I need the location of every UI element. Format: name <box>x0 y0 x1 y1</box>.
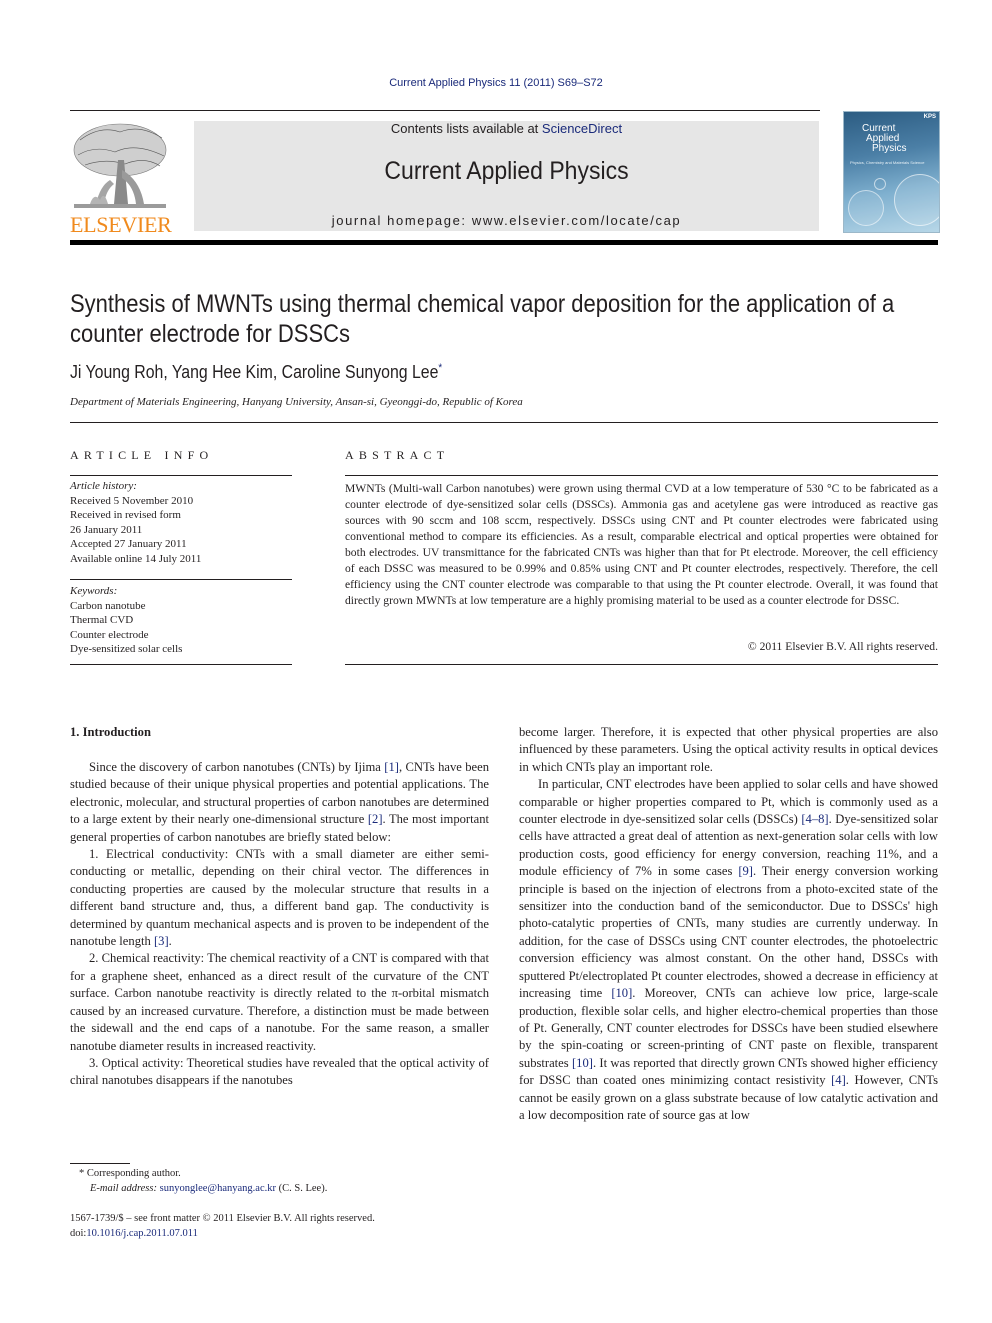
contents-line: Contents lists available at ScienceDirec… <box>194 121 819 136</box>
cover-title: Current Applied Physics <box>862 124 906 154</box>
keyword-item: Thermal CVD <box>70 614 134 626</box>
elsevier-tree-icon <box>73 123 167 208</box>
reference-link[interactable]: [10] <box>611 986 632 1000</box>
article-info-label: ARTICLE INFO <box>70 448 214 462</box>
journal-title: Current Applied Physics <box>384 157 629 185</box>
doi-label: doi: <box>70 1227 87 1239</box>
body-text: 1. Electrical conductivity: CNTs with a … <box>70 847 489 949</box>
keyword-item: Counter electrode <box>70 628 149 641</box>
doi-link[interactable]: 10.1016/j.cap.2011.07.011 <box>86 1228 198 1239</box>
history-item: Accepted 27 January 2011 <box>70 538 187 550</box>
reference-link[interactable]: [4] <box>831 1073 846 1087</box>
article-history-header: Article history: <box>70 480 137 492</box>
body-text: . Their energy conversion working princi… <box>519 864 938 1001</box>
body-paragraph: Since the discovery of carbon nanotubes … <box>70 759 489 846</box>
body-column-left: Since the discovery of carbon nanotubes … <box>70 759 489 1090</box>
article-info-rule <box>70 475 292 476</box>
article-title: Synthesis of MWNTs using thermal chemica… <box>70 290 895 348</box>
front-matter: 1567-1739/$ – see front matter © 2011 El… <box>70 1212 490 1241</box>
authors: Ji Young Roh, Yang Hee Kim, Caroline Sun… <box>70 362 439 382</box>
corresponding-author-note: Corresponding author. <box>86 1168 181 1179</box>
footnote-rule <box>70 1163 130 1164</box>
cover-badge: KPS <box>923 114 936 120</box>
email-link[interactable]: sunyonglee@hanyang.ac.kr <box>160 1183 276 1194</box>
abstract-rule <box>345 475 938 476</box>
body-text: . <box>168 934 172 949</box>
author-list: Ji Young Roh, Yang Hee Kim, Caroline Sun… <box>70 362 442 383</box>
reference-link[interactable]: [10] <box>572 1056 593 1070</box>
keywords-header: Keywords: <box>70 585 118 597</box>
journal-masthead: Contents lists available at ScienceDirec… <box>194 121 819 231</box>
keyword-item: Carbon nanotube <box>70 599 146 612</box>
abstract-label: ABSTRACT <box>345 448 450 462</box>
body-paragraph: In particular, CNT electrodes have been … <box>519 776 938 1124</box>
reference-link[interactable]: [9] <box>738 864 753 878</box>
reference-link[interactable]: [1] <box>384 760 399 774</box>
history-item: Received in revised form <box>70 509 181 521</box>
sciencedirect-link[interactable]: ScienceDirect <box>542 121 622 136</box>
history-item: 26 January 2011 <box>70 523 143 536</box>
body-paragraph: 3. Optical activity: Theoretical studies… <box>70 1055 489 1090</box>
article-info-bottom-rule <box>70 664 292 665</box>
masthead-bottom-rule <box>70 240 938 245</box>
cover-bubble-graphic <box>894 174 939 226</box>
cover-bubble-graphic <box>848 190 884 226</box>
cover-title-line: Physics <box>872 143 907 154</box>
journal-homepage[interactable]: journal homepage: www.elsevier.com/locat… <box>194 213 819 228</box>
corresponding-author-mark[interactable]: * <box>438 362 442 374</box>
body-text: Since the discovery of carbon nanotubes … <box>89 760 385 774</box>
abstract-bottom-rule <box>345 664 938 665</box>
cover-bubble-graphic <box>874 178 886 190</box>
masthead-top-rule <box>70 110 820 111</box>
history-item: Received 5 November 2010 <box>70 494 194 507</box>
body-text: become larger. Therefore, it is expected… <box>519 725 938 774</box>
issn-line: 1567-1739/$ – see front matter © 2011 El… <box>70 1213 375 1224</box>
email-label: E-mail address: <box>90 1183 160 1194</box>
reference-link[interactable]: [2] <box>368 812 383 826</box>
section-heading-introduction: 1. Introduction <box>70 725 151 739</box>
email-suffix: (C. S. Lee). <box>276 1183 328 1194</box>
cover-subtitle: Physics, Chemistry and Materials Science <box>850 160 925 165</box>
reference-link[interactable]: [4–8] <box>801 812 828 826</box>
body-text: 3. Optical activity: Theoretical studies… <box>70 1055 489 1088</box>
footnote: * Corresponding author. E-mail address: … <box>70 1166 490 1196</box>
header-divider <box>70 422 938 423</box>
keyword-item: Dye-sensitized solar cells <box>70 643 183 655</box>
keywords-rule <box>70 579 292 580</box>
abstract-text: MWNTs (Multi-wall Carbon nanotubes) were… <box>345 482 938 607</box>
abstract-copyright: © 2011 Elsevier B.V. All rights reserved… <box>747 640 938 653</box>
journal-cover-image[interactable]: KPS Current Applied Physics Physics, Che… <box>843 111 940 233</box>
body-paragraph: become larger. Therefore, it is expected… <box>519 724 938 776</box>
reference-link[interactable]: [3] <box>154 934 169 948</box>
history-item: Available online 14 July 2011 <box>70 552 202 565</box>
body-paragraph: 2. Chemical reactivity: The chemical rea… <box>70 950 489 1054</box>
footnote-mark: * <box>79 1168 85 1179</box>
article-history: Article history: Received 5 November 201… <box>70 479 292 566</box>
journal-citation[interactable]: Current Applied Physics 11 (2011) S69–S7… <box>0 77 992 89</box>
elsevier-wordmark: ELSEVIER <box>70 212 172 237</box>
body-paragraph: 1. Electrical conductivity: CNTs with a … <box>70 846 489 950</box>
elsevier-logo[interactable]: ELSEVIER <box>70 120 172 237</box>
affiliation: Department of Materials Engineering, Han… <box>70 396 523 408</box>
keywords: Keywords: Carbon nanotube Thermal CVD Co… <box>70 584 292 657</box>
body-text: 2. Chemical reactivity: The chemical rea… <box>70 951 489 1053</box>
body-column-right: become larger. Therefore, it is expected… <box>519 724 938 1124</box>
contents-prefix: Contents lists available at <box>390 121 542 136</box>
